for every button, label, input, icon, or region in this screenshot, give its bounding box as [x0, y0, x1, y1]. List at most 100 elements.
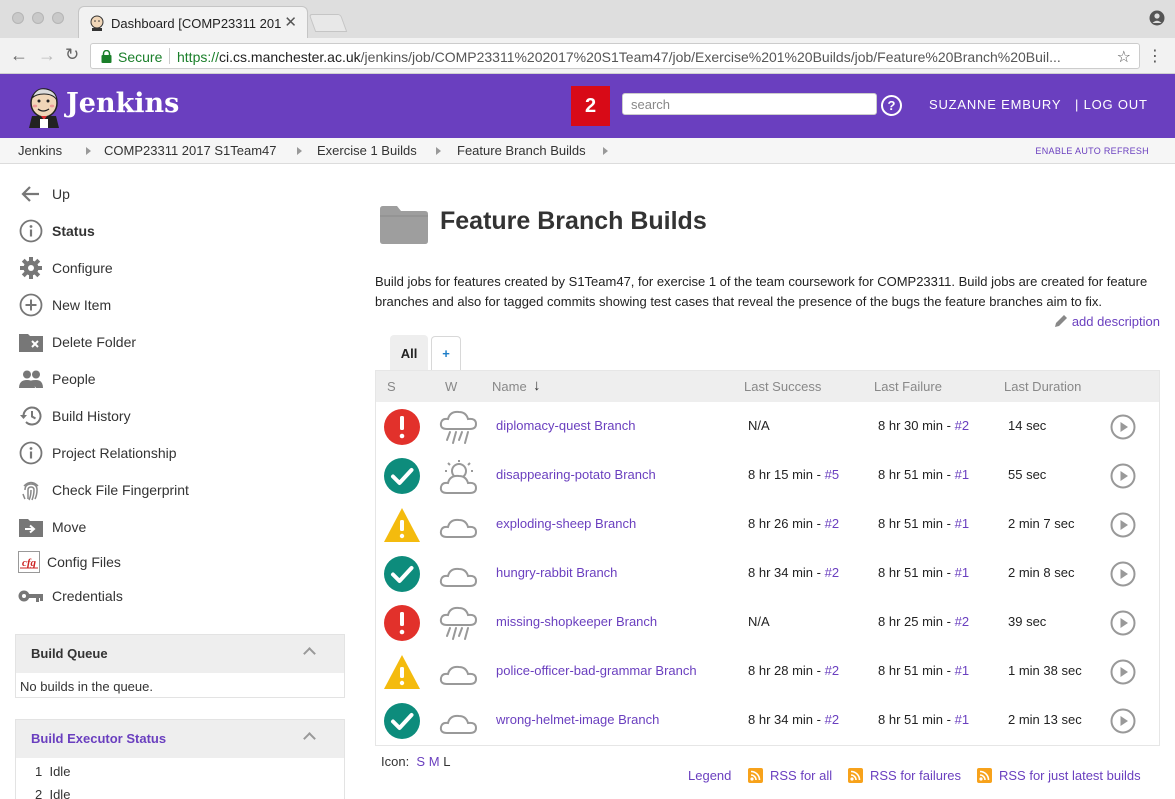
job-name-link[interactable]: wrong-helmet-image Branch: [496, 712, 659, 727]
bookmark-star-icon[interactable]: ☆: [1117, 47, 1131, 67]
icon-size-medium-link[interactable]: M: [429, 754, 440, 769]
last-success-build-link[interactable]: #5: [825, 467, 839, 482]
weather-cloudy-icon[interactable]: [438, 704, 480, 740]
breadcrumb-item-exercise[interactable]: Exercise 1 Builds: [317, 143, 417, 158]
job-name-link[interactable]: exploding-sheep Branch: [496, 516, 636, 531]
status-failed-icon[interactable]: [383, 408, 421, 446]
sidebar-item-check-file-fingerprint[interactable]: Check File Fingerprint: [18, 477, 189, 503]
sidebar-item-delete-folder[interactable]: Delete Folder: [18, 329, 136, 355]
breadcrumb-arrow-icon[interactable]: [603, 147, 608, 155]
sidebar-item-project-relationship[interactable]: Project Relationship: [18, 440, 177, 466]
schedule-build-icon[interactable]: [1110, 463, 1136, 489]
weather-rain-icon[interactable]: [438, 606, 480, 642]
column-header-weather[interactable]: W: [445, 379, 457, 394]
tab-all[interactable]: All: [390, 335, 428, 371]
schedule-build-icon[interactable]: [1110, 561, 1136, 587]
sidebar-item-up[interactable]: Up: [18, 181, 70, 207]
sidebar-item-config-files[interactable]: cfg Config Files: [18, 549, 121, 575]
rss-all-link[interactable]: RSS for all: [748, 768, 832, 783]
rss-failures-link[interactable]: RSS for failures: [848, 768, 961, 783]
add-description-link[interactable]: add description: [1053, 313, 1160, 329]
breadcrumb-arrow-icon[interactable]: [436, 147, 441, 155]
job-name-link[interactable]: missing-shopkeeper Branch: [496, 614, 657, 629]
last-failure-build-link[interactable]: #1: [955, 712, 969, 727]
last-success-build-link[interactable]: #2: [825, 565, 839, 580]
notification-badge[interactable]: 2: [571, 86, 610, 126]
help-icon[interactable]: ?: [881, 95, 902, 116]
weather-cloudy-icon[interactable]: [438, 508, 480, 544]
enable-auto-refresh-link[interactable]: ENABLE AUTO REFRESH: [1035, 146, 1149, 156]
breadcrumb-item-jenkins[interactable]: Jenkins: [18, 143, 62, 158]
last-failure-build-link[interactable]: #1: [955, 663, 969, 678]
last-success-build-link[interactable]: #2: [825, 712, 839, 727]
build-executor-header[interactable]: Build Executor Status: [16, 720, 344, 758]
weather-cloudy-icon[interactable]: [438, 655, 480, 691]
status-success-icon[interactable]: [383, 555, 421, 593]
status-unstable-icon[interactable]: [383, 653, 421, 691]
sidebar-item-credentials[interactable]: Credentials: [18, 583, 123, 609]
job-name-link[interactable]: police-officer-bad-grammar Branch: [496, 663, 697, 678]
schedule-build-icon[interactable]: [1110, 659, 1136, 685]
tab-close-icon[interactable]: ✕: [284, 13, 297, 31]
url-text[interactable]: https://ci.cs.manchester.ac.uk/jenkins/j…: [177, 49, 1107, 65]
collapse-chevron-icon[interactable]: [303, 732, 316, 745]
status-success-icon[interactable]: [383, 702, 421, 740]
back-arrow-icon[interactable]: ←: [10, 45, 28, 66]
build-queue-header[interactable]: Build Queue: [16, 635, 344, 673]
browser-menu-icon[interactable]: ⋮: [1147, 46, 1163, 66]
last-failure-build-link[interactable]: #2: [955, 614, 969, 629]
window-zoom-button[interactable]: [52, 12, 64, 24]
last-failure-build-link[interactable]: #1: [955, 467, 969, 482]
reload-icon[interactable]: ↻: [65, 45, 79, 65]
last-success-build-link[interactable]: #2: [825, 516, 839, 531]
sidebar-item-move[interactable]: Move: [18, 514, 86, 540]
url-omnibox[interactable]: Secure https://ci.cs.manchester.ac.uk/je…: [90, 43, 1140, 69]
schedule-build-icon[interactable]: [1110, 414, 1136, 440]
sidebar-item-people[interactable]: People: [18, 366, 96, 392]
new-tab-button[interactable]: [308, 14, 348, 32]
sidebar-item-new-item[interactable]: New Item: [18, 292, 111, 318]
legend-link[interactable]: Legend: [688, 768, 731, 783]
job-name-link[interactable]: hungry-rabbit Branch: [496, 565, 617, 580]
last-failure-build-link[interactable]: #2: [955, 418, 969, 433]
column-header-last-success[interactable]: Last Success: [744, 379, 821, 394]
jenkins-logo-text[interactable]: Jenkins: [66, 88, 179, 119]
build-executor-title[interactable]: Build Executor Status: [31, 731, 166, 746]
column-header-name[interactable]: Name: [492, 379, 527, 394]
column-header-last-duration[interactable]: Last Duration: [1004, 379, 1081, 394]
logout-link[interactable]: | LOG OUT: [1075, 97, 1148, 112]
schedule-build-icon[interactable]: [1110, 610, 1136, 636]
status-success-icon[interactable]: [383, 457, 421, 495]
window-minimize-button[interactable]: [32, 12, 44, 24]
browser-tab[interactable]: Dashboard [COMP23311 2017 S1Team47] ✕: [78, 6, 308, 38]
sidebar-item-build-history[interactable]: Build History: [18, 403, 131, 429]
job-name-link[interactable]: diplomacy-quest Branch: [496, 418, 635, 433]
column-header-last-failure[interactable]: Last Failure: [874, 379, 942, 394]
search-input[interactable]: [622, 93, 877, 115]
user-name-link[interactable]: SUZANNE EMBURY: [929, 97, 1061, 112]
breadcrumb-item-team[interactable]: COMP23311 2017 S1Team47: [104, 143, 276, 158]
icon-size-small-link[interactable]: S: [416, 754, 425, 769]
forward-arrow-icon[interactable]: →: [38, 45, 56, 66]
profile-icon[interactable]: [1149, 10, 1165, 28]
weather-partly-cloudy-icon[interactable]: [438, 459, 480, 495]
breadcrumb-arrow-icon[interactable]: [86, 147, 91, 155]
rss-latest-link[interactable]: RSS for just latest builds: [977, 768, 1141, 783]
jenkins-butler-logo-icon[interactable]: [26, 86, 62, 128]
status-unstable-icon[interactable]: [383, 506, 421, 544]
last-failure-build-link[interactable]: #1: [955, 565, 969, 580]
breadcrumb-arrow-icon[interactable]: [297, 147, 302, 155]
new-view-tab[interactable]: +: [431, 336, 461, 370]
weather-rain-icon[interactable]: [438, 410, 480, 446]
sidebar-item-status[interactable]: Status: [18, 218, 95, 244]
schedule-build-icon[interactable]: [1110, 512, 1136, 538]
weather-cloudy-icon[interactable]: [438, 557, 480, 593]
window-close-button[interactable]: [12, 12, 24, 24]
last-success-build-link[interactable]: #2: [825, 663, 839, 678]
sidebar-item-configure[interactable]: Configure: [18, 255, 113, 281]
last-failure-build-link[interactable]: #1: [955, 516, 969, 531]
status-failed-icon[interactable]: [383, 604, 421, 642]
breadcrumb-item-feature[interactable]: Feature Branch Builds: [457, 143, 586, 158]
sort-arrow-icon[interactable]: ↓: [533, 377, 541, 394]
column-header-status[interactable]: S: [387, 379, 396, 394]
